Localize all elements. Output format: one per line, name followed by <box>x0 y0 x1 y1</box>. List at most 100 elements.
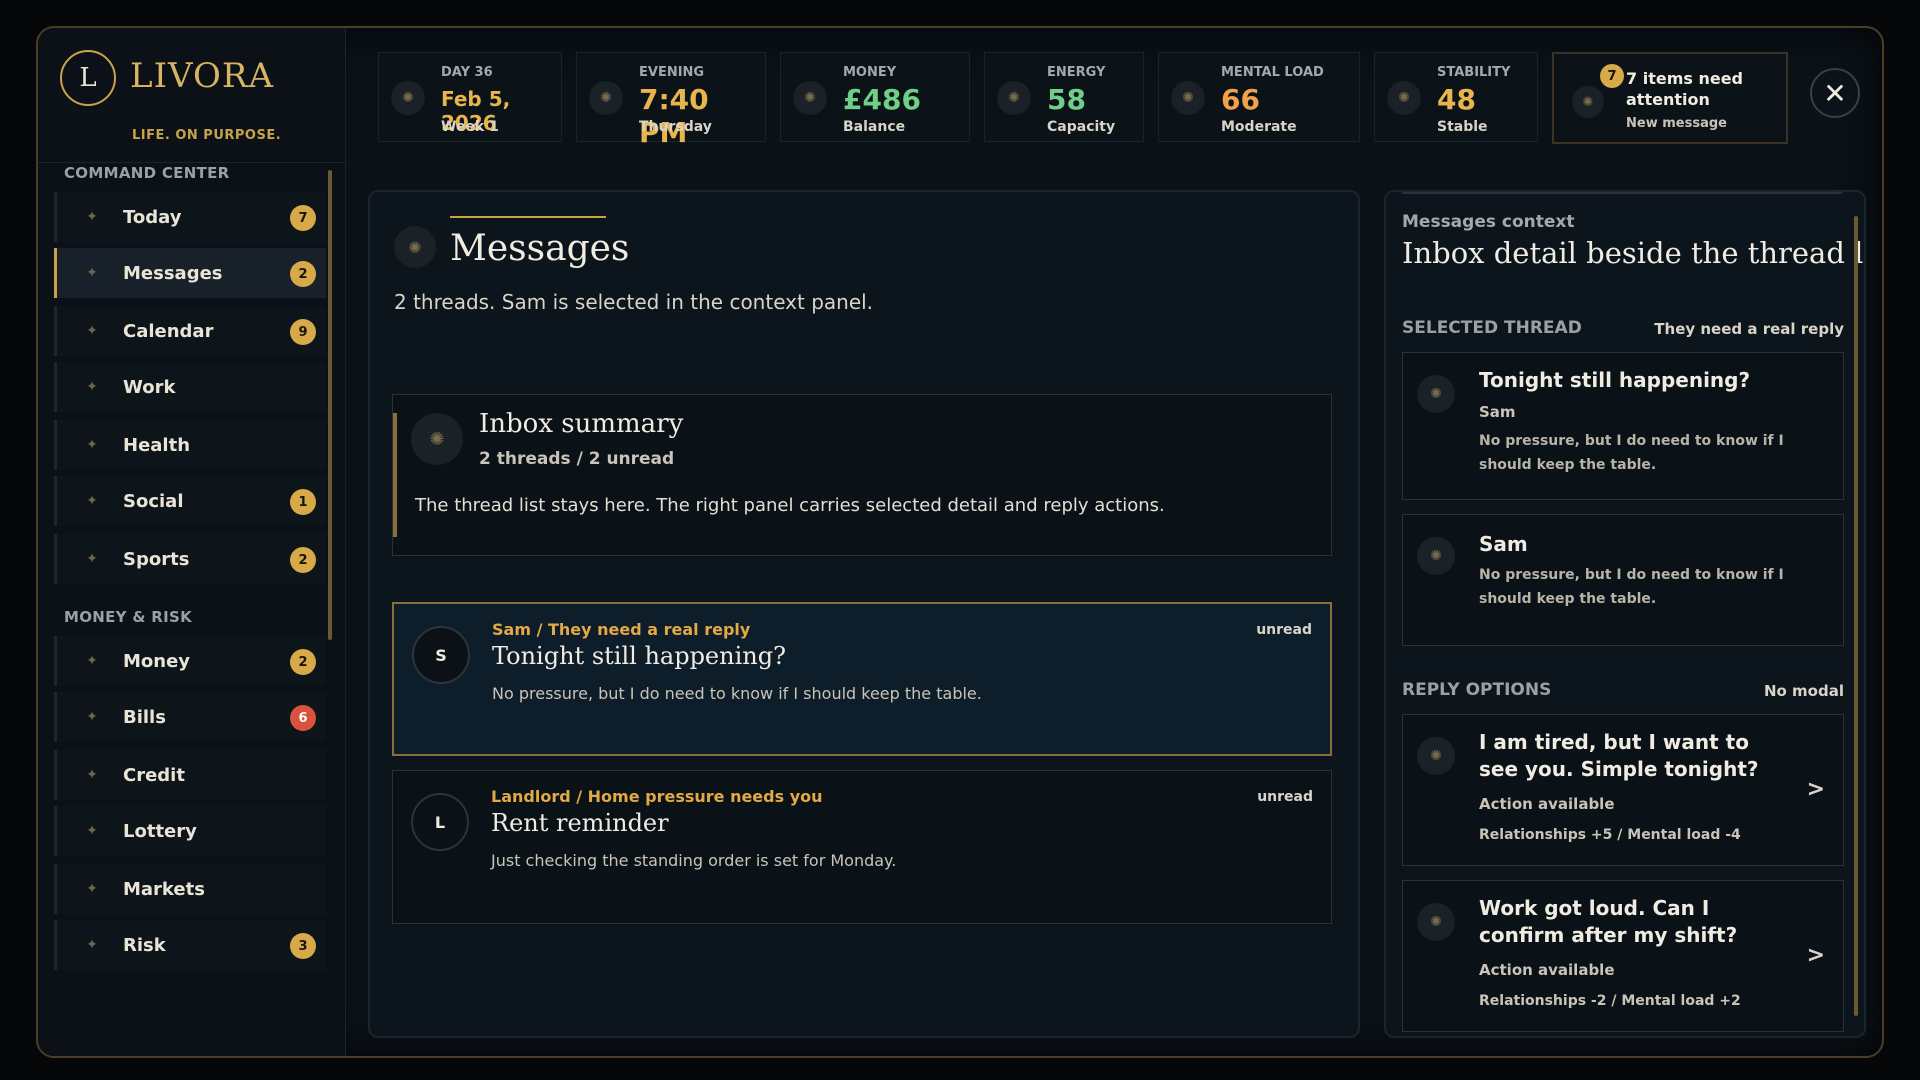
messages-panel: ✺ Messages 2 threads. Sam is selected in… <box>368 190 1360 1038</box>
calendar-icon: ✦ <box>86 323 98 339</box>
sidebar-item-label: Health <box>123 434 191 456</box>
reply-text: Work got loud. Can I confirm after my sh… <box>1479 896 1738 947</box>
brand-tagline: LIFE. ON PURPOSE. <box>132 128 282 143</box>
thread-preview: No pressure, but I do need to know if I … <box>492 684 982 703</box>
selected-thread-heading: SELECTED THREAD <box>1402 318 1582 338</box>
stat-value: 7:40 PM <box>639 83 709 149</box>
reply-availability: Action available <box>1479 795 1615 813</box>
page-title: Messages <box>450 228 630 269</box>
reply-option-2[interactable]: ✺ Work got loud. Can I confirm after my … <box>1402 880 1844 1032</box>
sidebar-scrollbar[interactable] <box>328 170 332 640</box>
context-scrollbar[interactable] <box>1854 216 1858 1016</box>
stat-sub: Week 1 <box>441 119 499 135</box>
bills-icon: ✦ <box>86 709 98 725</box>
summary-meta: 2 threads / 2 unread <box>479 449 675 469</box>
stat-stability: ✺ STABILITY 48 Stable <box>1374 52 1538 142</box>
thread-item-landlord[interactable]: L Landlord / Home pressure needs you unr… <box>392 770 1332 924</box>
avatar: L <box>411 793 469 851</box>
thread-title: Rent reminder <box>491 809 669 837</box>
brand: L LIVORA LIFE. ON PURPOSE. <box>60 50 330 160</box>
brain-icon: ✺ <box>1171 81 1205 115</box>
sidebar-item-bills[interactable]: ✦ Bills 6 <box>54 692 326 742</box>
attention-alert[interactable]: ✺ 7 7 items need attention New message <box>1552 52 1788 144</box>
risk-icon: ✦ <box>86 937 98 953</box>
messages-icon: ✦ <box>86 265 98 281</box>
sidebar-item-health[interactable]: ✦ Health <box>54 420 326 470</box>
sidebar-item-label: Today <box>123 206 182 228</box>
close-button[interactable]: ✕ <box>1810 68 1860 118</box>
reply-text: I am tired, but I want to see you. Simpl… <box>1479 730 1759 781</box>
thread-preview: Just checking the standing order is set … <box>491 851 897 870</box>
alert-title: 7 items need attention <box>1626 69 1743 109</box>
sidebar-item-risk[interactable]: ✦ Risk 3 <box>54 920 326 970</box>
message-body: No pressure, but I do need to know if I … <box>1479 567 1784 607</box>
sidebar-item-today[interactable]: ✦ Today 7 <box>54 192 326 242</box>
page-subtitle: 2 threads. Sam is selected in the contex… <box>394 290 874 314</box>
summary-title: Inbox summary <box>479 409 684 439</box>
sidebar-item-label: Work <box>123 376 176 398</box>
stat-day: ✺ DAY 36 Feb 5, 2026 Week 1 <box>378 52 562 142</box>
sidebar-item-calendar[interactable]: ✦ Calendar 9 <box>54 306 326 356</box>
sidebar-item-markets[interactable]: ✦ Markets <box>54 864 326 914</box>
today-icon: ✦ <box>86 209 98 225</box>
energy-icon: ✺ <box>997 81 1031 115</box>
sidebar-item-sports[interactable]: ✦ Sports 2 <box>54 534 326 584</box>
sidebar-item-messages[interactable]: ✦ Messages 2 <box>54 248 326 298</box>
sidebar-item-credit[interactable]: ✦ Credit <box>54 750 326 800</box>
count-badge: 2 <box>290 261 316 287</box>
alert-count-badge: 7 <box>1600 64 1624 88</box>
thread-meta: Sam / They need a real reply <box>492 620 751 639</box>
sidebar-item-work[interactable]: ✦ Work <box>54 362 326 412</box>
message-card: ✺ Sam No pressure, but I do need to know… <box>1402 514 1844 646</box>
count-badge: 1 <box>290 489 316 515</box>
messages-icon: ✺ <box>394 226 436 268</box>
reply-effects: Relationships +5 / Mental load -4 <box>1479 827 1741 843</box>
nav-section-command-center: COMMAND CENTER <box>64 164 230 182</box>
lottery-icon: ✦ <box>86 823 98 839</box>
stat-money: ✺ MONEY £486 Balance <box>780 52 970 142</box>
message-sender: Sam <box>1479 532 1528 556</box>
stat-label: EVENING <box>639 65 705 80</box>
selected-thread-card[interactable]: ✺ Tonight still happening? Sam No pressu… <box>1402 352 1844 500</box>
credit-icon: ✦ <box>86 767 98 783</box>
app-frame: L LIVORA LIFE. ON PURPOSE. COMMAND CENTE… <box>36 26 1884 1058</box>
stat-value: 58 <box>1047 83 1086 116</box>
stat-energy: ✺ ENERGY 58 Capacity <box>984 52 1144 142</box>
sidebar-item-label: Risk <box>123 934 166 956</box>
status-badge: unread <box>1256 622 1312 638</box>
sidebar-item-social[interactable]: ✦ Social 1 <box>54 476 326 526</box>
reply-icon: ✺ <box>1417 737 1455 775</box>
selected-thread-note: They need a real reply <box>1654 320 1844 338</box>
context-panel: Messages context Inbox detail beside the… <box>1384 190 1866 1038</box>
context-kicker: Messages context <box>1402 212 1575 232</box>
chevron-right-icon[interactable]: > <box>1807 777 1825 802</box>
sidebar-item-money[interactable]: ✦ Money 2 <box>54 636 326 686</box>
work-icon: ✦ <box>86 379 98 395</box>
summary-accent <box>393 413 397 537</box>
divider <box>1402 192 1842 194</box>
chevron-right-icon[interactable]: > <box>1807 943 1825 968</box>
status-badge: unread <box>1257 789 1313 805</box>
sidebar-item-label: Bills <box>123 706 166 728</box>
money-icon: ✦ <box>86 653 98 669</box>
stat-sub: Balance <box>843 119 906 135</box>
stat-mental-load: ✺ MENTAL LOAD 66 Moderate <box>1158 52 1360 142</box>
nav-section-money-risk: MONEY & RISK <box>64 608 193 626</box>
stat-value: 48 <box>1437 83 1476 116</box>
sidebar-item-lottery[interactable]: ✦ Lottery <box>54 806 326 856</box>
coin-icon: ✺ <box>793 81 827 115</box>
count-badge: 2 <box>290 649 316 675</box>
stat-value: £486 <box>843 83 921 116</box>
thread-item-sam[interactable]: S Sam / They need a real reply unread To… <box>392 602 1332 756</box>
sidebar-item-label: Credit <box>123 764 185 786</box>
selected-thread-sender: Sam <box>1479 403 1516 421</box>
avatar: S <box>412 626 470 684</box>
reply-options-note: No modal <box>1763 682 1844 700</box>
reply-option-1[interactable]: ✺ I am tired, but I want to see you. Sim… <box>1402 714 1844 866</box>
sidebar-item-label: Money <box>123 650 191 672</box>
stat-sub: Thursday <box>639 119 712 135</box>
stat-label: STABILITY <box>1437 65 1511 80</box>
selected-thread-title: Tonight still happening? <box>1479 368 1751 392</box>
reply-availability: Action available <box>1479 961 1615 979</box>
alert-badge: 6 <box>290 705 316 731</box>
